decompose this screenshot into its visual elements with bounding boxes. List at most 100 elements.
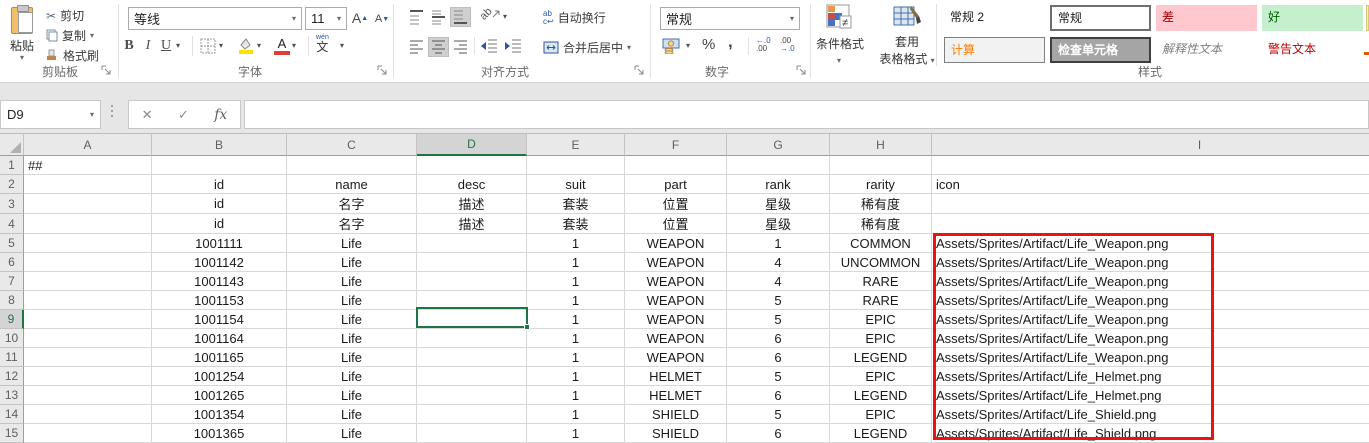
italic-button[interactable]: I bbox=[140, 36, 156, 56]
cell-F10[interactable]: WEAPON bbox=[625, 329, 727, 348]
cell-E6[interactable]: 1 bbox=[527, 253, 625, 272]
cell-C10[interactable]: Life bbox=[287, 329, 417, 348]
cell-I12[interactable]: Assets/Sprites/Artifact/Life_Helmet.png bbox=[932, 367, 1369, 386]
formula-input[interactable] bbox=[244, 100, 1369, 129]
cell-D4[interactable]: 描述 bbox=[417, 214, 527, 234]
font-color-dropdown[interactable]: ▾ bbox=[292, 42, 296, 50]
cell-E5[interactable]: 1 bbox=[527, 234, 625, 253]
increase-indent-button[interactable] bbox=[504, 39, 522, 53]
cell-C15[interactable]: Life bbox=[287, 424, 417, 443]
cell-G14[interactable]: 5 bbox=[727, 405, 830, 424]
cell-H7[interactable]: RARE bbox=[830, 272, 932, 291]
insert-function-icon[interactable]: fx bbox=[214, 107, 227, 123]
cell-F13[interactable]: HELMET bbox=[625, 386, 727, 405]
cell-H10[interactable]: EPIC bbox=[830, 329, 932, 348]
row-header-7[interactable]: 7 bbox=[0, 272, 24, 291]
merge-center-button[interactable]: 合并后居中 ▾ bbox=[543, 39, 631, 56]
cell-I8[interactable]: Assets/Sprites/Artifact/Life_Weapon.png bbox=[932, 291, 1369, 310]
cell-B4[interactable]: id bbox=[152, 214, 287, 234]
cell-C11[interactable]: Life bbox=[287, 348, 417, 367]
decrease-indent-button[interactable] bbox=[480, 39, 498, 53]
cell-B3[interactable]: id bbox=[152, 194, 287, 214]
cell-D6[interactable] bbox=[417, 253, 527, 272]
cell-I10[interactable]: Assets/Sprites/Artifact/Life_Weapon.png bbox=[932, 329, 1369, 348]
row-header-8[interactable]: 8 bbox=[0, 291, 24, 310]
cell-A12[interactable] bbox=[24, 367, 152, 386]
select-all-corner[interactable] bbox=[0, 134, 24, 156]
row-header-6[interactable]: 6 bbox=[0, 253, 24, 272]
cell-A13[interactable] bbox=[24, 386, 152, 405]
cell-C3[interactable]: 名字 bbox=[287, 194, 417, 214]
underline-dropdown[interactable]: ▾ bbox=[176, 42, 180, 50]
row-header-11[interactable]: 11 bbox=[0, 348, 24, 367]
cell-H14[interactable]: EPIC bbox=[830, 405, 932, 424]
cell-F11[interactable]: WEAPON bbox=[625, 348, 727, 367]
cell-I7[interactable]: Assets/Sprites/Artifact/Life_Weapon.png bbox=[932, 272, 1369, 291]
underline-button[interactable]: U bbox=[158, 36, 174, 56]
cell-C13[interactable]: Life bbox=[287, 386, 417, 405]
cell-H13[interactable]: LEGEND bbox=[830, 386, 932, 405]
cell-I9[interactable]: Assets/Sprites/Artifact/Life_Weapon.png bbox=[932, 310, 1369, 329]
cell-C14[interactable]: Life bbox=[287, 405, 417, 424]
align-right-button[interactable] bbox=[452, 39, 469, 55]
orientation-dropdown[interactable]: ▾ bbox=[503, 13, 507, 21]
font-dialog-launcher[interactable] bbox=[376, 64, 389, 77]
cell-G1[interactable] bbox=[727, 156, 830, 175]
cell-A3[interactable] bbox=[24, 194, 152, 214]
cell-G4[interactable]: 星级 bbox=[727, 214, 830, 234]
cell-I5[interactable]: Assets/Sprites/Artifact/Life_Weapon.png bbox=[932, 234, 1369, 253]
cancel-icon[interactable]: ✕ bbox=[142, 107, 153, 123]
cell-A8[interactable] bbox=[24, 291, 152, 310]
cell-I13[interactable]: Assets/Sprites/Artifact/Life_Helmet.png bbox=[932, 386, 1369, 405]
cell-E1[interactable] bbox=[527, 156, 625, 175]
row-header-14[interactable]: 14 bbox=[0, 405, 24, 424]
row-header-15[interactable]: 15 bbox=[0, 424, 24, 443]
cell-E13[interactable]: 1 bbox=[527, 386, 625, 405]
cell-I6[interactable]: Assets/Sprites/Artifact/Life_Weapon.png bbox=[932, 253, 1369, 272]
cell-C5[interactable]: Life bbox=[287, 234, 417, 253]
cell-E9[interactable]: 1 bbox=[527, 310, 625, 329]
cell-B13[interactable]: 1001265 bbox=[152, 386, 287, 405]
cell-style-3[interactable]: 差 bbox=[1156, 5, 1257, 31]
cell-D3[interactable]: 描述 bbox=[417, 194, 527, 214]
copy-button[interactable]: 复制 ▾ bbox=[46, 27, 94, 44]
cell-B2[interactable]: id bbox=[152, 175, 287, 194]
row-header-2[interactable]: 2 bbox=[0, 175, 24, 194]
column-header-E[interactable]: E bbox=[527, 134, 625, 156]
cell-B7[interactable]: 1001143 bbox=[152, 272, 287, 291]
cell-B10[interactable]: 1001164 bbox=[152, 329, 287, 348]
row-header-13[interactable]: 13 bbox=[0, 386, 24, 405]
cell-C6[interactable]: Life bbox=[287, 253, 417, 272]
font-name-combo[interactable]: 等线 ▾ bbox=[128, 7, 302, 30]
cell-C2[interactable]: name bbox=[287, 175, 417, 194]
orientation-button[interactable]: ab bbox=[480, 8, 500, 20]
font-color-button[interactable]: A bbox=[274, 36, 290, 50]
comma-style-button[interactable]: , bbox=[728, 32, 733, 52]
cell-F1[interactable] bbox=[625, 156, 727, 175]
cell-D7[interactable] bbox=[417, 272, 527, 291]
column-header-D[interactable]: D bbox=[417, 134, 527, 156]
percent-style-button[interactable]: % bbox=[702, 36, 715, 53]
cell-A9[interactable] bbox=[24, 310, 152, 329]
cell-F6[interactable]: WEAPON bbox=[625, 253, 727, 272]
number-dialog-launcher[interactable] bbox=[795, 64, 808, 77]
cell-D8[interactable] bbox=[417, 291, 527, 310]
increase-font-size-button[interactable]: A▲ bbox=[350, 8, 370, 28]
cell-H5[interactable]: COMMON bbox=[830, 234, 932, 253]
cell-A2[interactable] bbox=[24, 175, 152, 194]
increase-decimal-button[interactable]: ←.0.00 bbox=[756, 37, 771, 53]
cell-G15[interactable]: 6 bbox=[727, 424, 830, 443]
row-header-3[interactable]: 3 bbox=[0, 194, 24, 214]
cell-E15[interactable]: 1 bbox=[527, 424, 625, 443]
bottom-align-button[interactable] bbox=[450, 7, 471, 27]
cell-B6[interactable]: 1001142 bbox=[152, 253, 287, 272]
wrap-text-button[interactable]: abc↩ 自动换行 bbox=[543, 9, 606, 26]
cell-H9[interactable]: EPIC bbox=[830, 310, 932, 329]
cell-B14[interactable]: 1001354 bbox=[152, 405, 287, 424]
cell-F4[interactable]: 位置 bbox=[625, 214, 727, 234]
cell-D14[interactable] bbox=[417, 405, 527, 424]
cell-style-4[interactable]: 好 bbox=[1262, 5, 1363, 31]
cell-F8[interactable]: WEAPON bbox=[625, 291, 727, 310]
cell-F14[interactable]: SHIELD bbox=[625, 405, 727, 424]
cell-B11[interactable]: 1001165 bbox=[152, 348, 287, 367]
